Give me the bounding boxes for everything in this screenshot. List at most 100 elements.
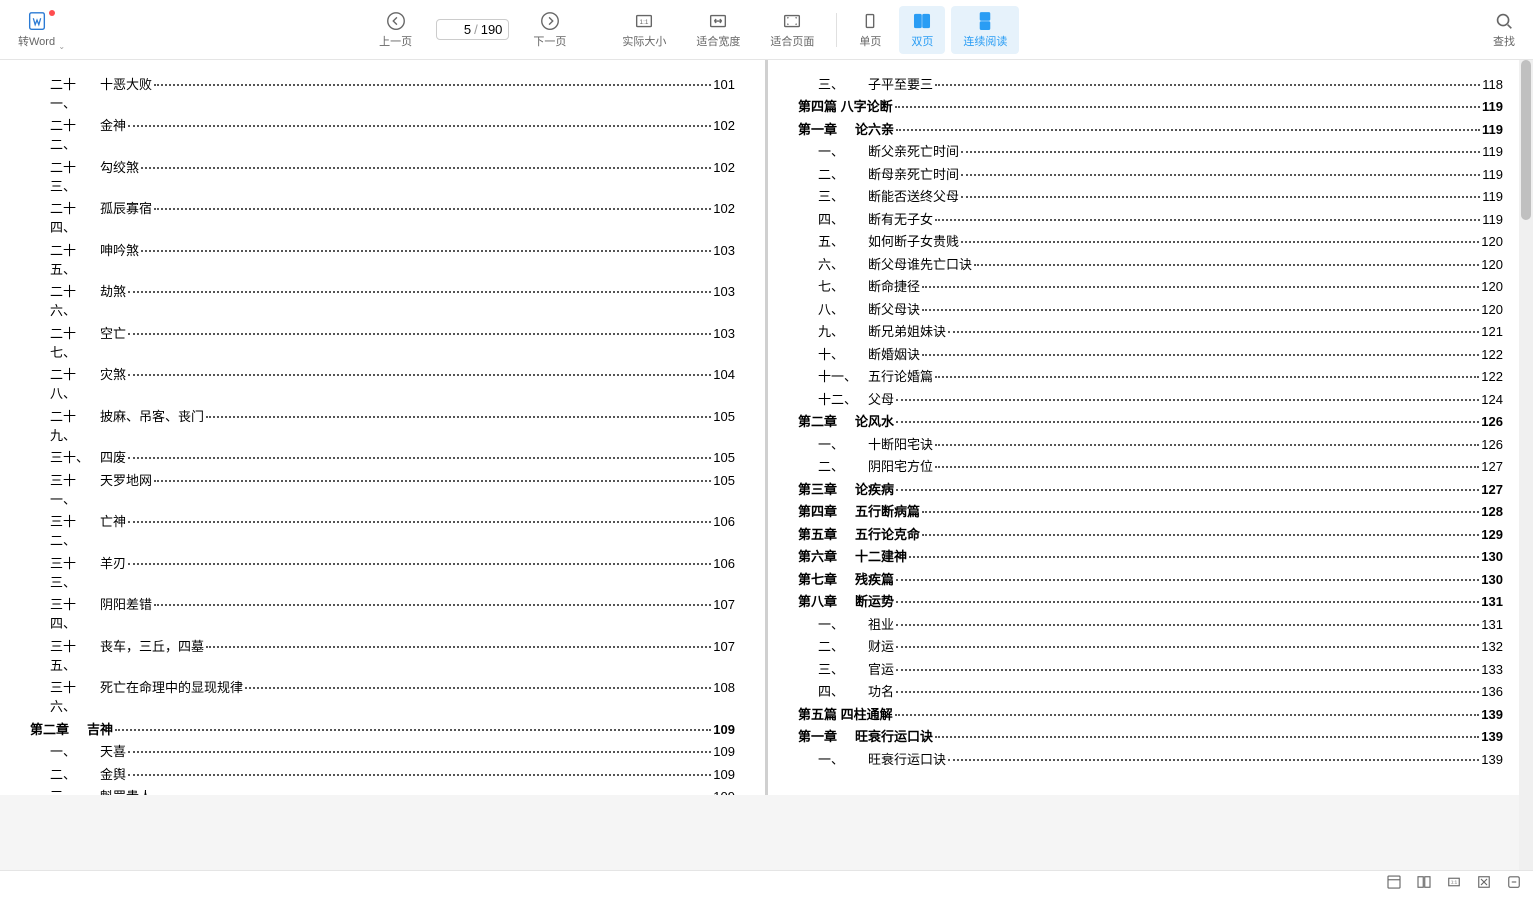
toc-leader <box>154 84 711 86</box>
view-mode-3-icon[interactable]: 1:1 <box>1445 873 1463 896</box>
toc-page: 107 <box>713 597 735 612</box>
toc-title: 论六亲 <box>855 119 894 138</box>
toc-title: 断有无子女 <box>868 209 933 228</box>
toc-leader <box>961 174 1480 176</box>
toc-leader <box>935 466 1479 468</box>
toc-title: 十二建神 <box>855 546 907 565</box>
toc-number: 三十五、 <box>30 636 100 674</box>
toc-number: 三、 <box>798 74 868 93</box>
toc-title: 五行断病篇 <box>855 501 920 520</box>
page-left: 二十一、十恶大败101二十二、金神102二十三、勾绞煞102二十四、孤辰寡宿10… <box>0 60 768 795</box>
toc-leader <box>961 241 1479 243</box>
continuous-read-button[interactable]: 连续阅读 <box>951 6 1019 54</box>
toc-leader <box>961 196 1480 198</box>
toc-title: 论风水 <box>855 411 894 430</box>
toc-leader <box>115 729 711 731</box>
view-mode-1-icon[interactable] <box>1385 873 1403 896</box>
toc-line: 三十六、死亡在命理中的显现规律108 <box>30 677 735 715</box>
convert-word-button[interactable]: 转Word ⌄ <box>6 6 67 54</box>
toc-number: 三十二、 <box>30 511 100 549</box>
toc-title: 天喜 <box>100 741 126 760</box>
toc-page: 103 <box>713 326 735 341</box>
toc-line: 十一、五行论婚篇122 <box>798 366 1503 385</box>
toc-line: 二十八、灾煞104 <box>30 364 735 402</box>
toc-number: 第一章 <box>798 119 855 138</box>
view-mode-2-icon[interactable] <box>1415 873 1433 896</box>
toc-number: 三、 <box>798 659 868 678</box>
toc-title: 四废 <box>100 447 126 466</box>
double-page-button[interactable]: 双页 <box>899 6 945 54</box>
vertical-scrollbar[interactable] <box>1519 60 1533 870</box>
single-page-button[interactable]: 单页 <box>847 6 893 54</box>
page-total: 190 <box>481 22 503 37</box>
fit-width-button[interactable]: 适合宽度 <box>684 6 752 54</box>
toc-number: 八、 <box>798 299 868 318</box>
toc-page: 139 <box>1481 707 1503 722</box>
toc-number: 第四章 <box>798 501 855 520</box>
toc-line: 三十一、天罗地网105 <box>30 470 735 508</box>
toc-line: 二、断母亲死亡时间119 <box>798 164 1503 183</box>
toc-leader <box>896 399 1479 401</box>
toc-leader <box>128 751 711 753</box>
toc-number: 五、 <box>798 231 868 250</box>
toc-page: 120 <box>1481 302 1503 317</box>
toc-number: 二、 <box>798 164 868 183</box>
toc-number: 二十三、 <box>30 157 100 195</box>
toc-leader <box>128 125 711 127</box>
toc-line: 第一章论六亲119 <box>798 119 1503 138</box>
toc-page: 126 <box>1481 414 1503 429</box>
toc-line: 三、子平至要三118 <box>798 74 1503 93</box>
toc-title: 空亡 <box>100 323 126 342</box>
toc-page: 103 <box>713 284 735 299</box>
toc-title: 五行论婚篇 <box>868 366 933 385</box>
toc-line: 第四章五行断病篇128 <box>798 501 1503 520</box>
toc-number: 二十四、 <box>30 198 100 236</box>
actual-size-button[interactable]: 1:1 实际大小 <box>610 6 678 54</box>
toc-line: 二、财运132 <box>798 636 1503 655</box>
toc-line: 第八章断运势131 <box>798 591 1503 610</box>
next-page-button[interactable]: 下一页 <box>521 6 578 54</box>
fit-page-button[interactable]: 适合页面 <box>758 6 826 54</box>
toc-page: 139 <box>1481 752 1503 767</box>
toc-title: 亡神 <box>100 511 126 530</box>
toc-number: 三十、 <box>30 447 100 466</box>
toc-page: 133 <box>1481 662 1503 677</box>
toc-title: 断能否送终父母 <box>868 186 959 205</box>
statusbar: 1:1 <box>0 870 1533 898</box>
toc-page: 132 <box>1481 639 1503 654</box>
toc-number: 十、 <box>798 344 868 363</box>
toc-title: 丧车，三丘，四墓 <box>100 636 204 655</box>
toc-page: 121 <box>1481 324 1503 339</box>
toc-line: 二十二、金神102 <box>30 115 735 153</box>
toc-leader <box>922 354 1479 356</box>
toc-page: 139 <box>1481 729 1503 744</box>
page-indicator[interactable]: / 190 <box>436 19 509 40</box>
toc-page: 129 <box>1481 527 1503 542</box>
toc-page: 124 <box>1481 392 1503 407</box>
toc-page: 101 <box>713 77 735 92</box>
notification-dot-icon <box>49 10 55 16</box>
svg-text:1:1: 1:1 <box>640 19 649 26</box>
toc-leader <box>206 646 711 648</box>
toc-title: 残疾篇 <box>855 569 894 588</box>
toc-leader <box>948 759 1479 761</box>
page-input[interactable] <box>443 22 471 37</box>
scroll-thumb[interactable] <box>1521 60 1531 220</box>
find-button[interactable]: 查找 <box>1481 6 1527 54</box>
toc-page: 119 <box>1482 212 1503 227</box>
toc-line: 三十四、阴阳差错107 <box>30 594 735 632</box>
toc-page: 102 <box>713 160 735 175</box>
toc-page: 102 <box>713 118 735 133</box>
zoom-out-icon[interactable] <box>1505 873 1523 896</box>
toc-title: 死亡在命理中的显现规律 <box>100 677 243 696</box>
toc-leader <box>961 151 1480 153</box>
toc-leader <box>206 416 711 418</box>
toc-page: 122 <box>1481 369 1503 384</box>
prev-page-button[interactable]: 上一页 <box>367 6 424 54</box>
toc-number: 七、 <box>798 276 868 295</box>
toc-number: 二十六、 <box>30 281 100 319</box>
toc-line: 七、断命捷径120 <box>798 276 1503 295</box>
toc-title: 祖业 <box>868 614 894 633</box>
toolbar: 转Word ⌄ 上一页 / 190 下一页 1:1 实际大小 适合宽度 适合页面 <box>0 0 1533 60</box>
view-mode-4-icon[interactable] <box>1475 873 1493 896</box>
